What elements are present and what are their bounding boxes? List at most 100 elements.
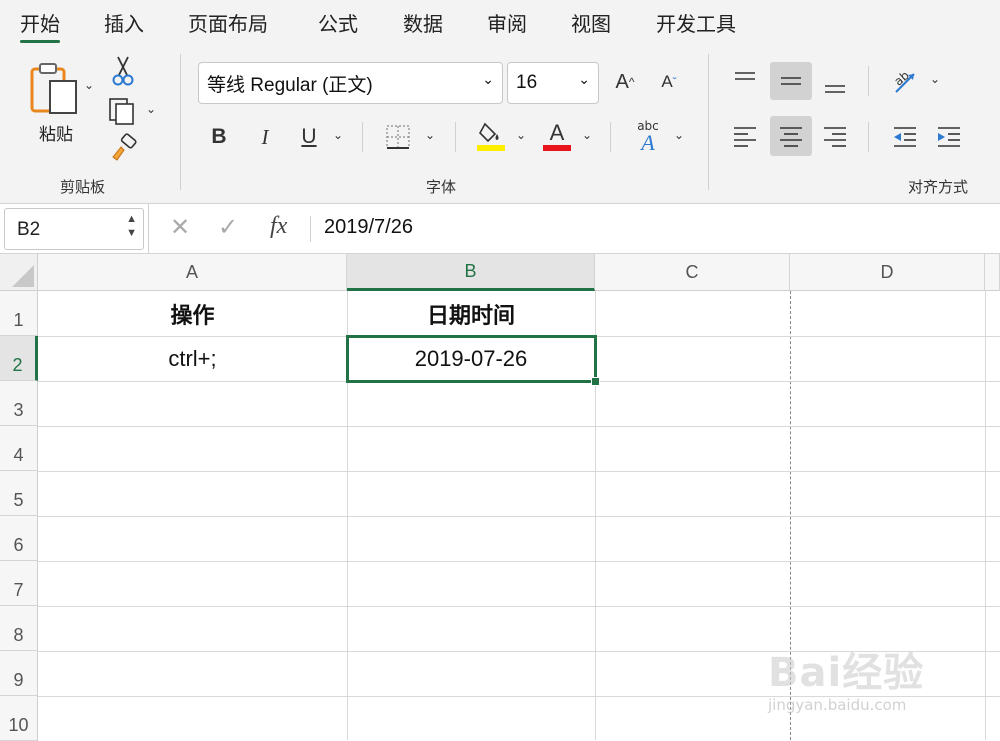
gridline-horizontal bbox=[38, 606, 1000, 607]
formula-bar-separator bbox=[310, 216, 311, 242]
font-color-glyph: A bbox=[549, 120, 565, 145]
paste-icon[interactable] bbox=[26, 60, 82, 116]
phonetic-chevron-icon[interactable]: ⌄ bbox=[674, 128, 684, 142]
cancel-icon[interactable]: ✕ bbox=[170, 213, 190, 241]
ribbon: ⌄ 粘贴 ⌄ 剪贴板 等线 Regular (正文) ⌄ 16 ⌄ A ^ A … bbox=[0, 44, 1000, 204]
insert-function-icon[interactable]: fx bbox=[270, 213, 287, 240]
copy-icon[interactable] bbox=[106, 94, 138, 128]
fill-handle[interactable] bbox=[591, 377, 600, 386]
row-header-3[interactable]: 3 bbox=[0, 381, 38, 426]
font-size-value: 16 bbox=[516, 72, 538, 93]
row-header-9[interactable]: 9 bbox=[0, 651, 38, 696]
align-center-icon[interactable] bbox=[770, 116, 812, 156]
font-size-select[interactable]: 16 ⌄ bbox=[507, 62, 599, 104]
font-group-label: 字体 bbox=[426, 178, 457, 196]
row-header-5[interactable]: 5 bbox=[0, 471, 38, 516]
tab-formulas[interactable]: 公式 bbox=[318, 8, 358, 37]
column-header-b[interactable]: B bbox=[347, 254, 595, 291]
gridline-horizontal bbox=[38, 561, 1000, 562]
align-middle-icon[interactable] bbox=[770, 62, 812, 100]
increase-font-size-button[interactable]: A ^ bbox=[610, 66, 640, 98]
tab-developer[interactable]: 开发工具 bbox=[656, 8, 736, 37]
tab-view[interactable]: 视图 bbox=[571, 8, 611, 37]
copy-dropdown-chevron-icon[interactable]: ⌄ bbox=[146, 102, 156, 116]
font-family-value: 等线 Regular (正文) bbox=[207, 74, 373, 96]
cell-b1[interactable]: 日期时间 bbox=[347, 291, 595, 336]
borders-chevron-icon[interactable]: ⌄ bbox=[425, 128, 435, 142]
formula-input[interactable]: 2019/7/26 bbox=[324, 216, 413, 239]
baidu-watermark: Bai经验 bbox=[768, 650, 925, 696]
paste-dropdown-chevron-icon[interactable]: ⌄ bbox=[84, 78, 94, 92]
row-header-1[interactable]: 1 bbox=[0, 291, 38, 336]
group-separator bbox=[610, 122, 611, 152]
align-right-icon[interactable] bbox=[818, 118, 852, 154]
cell-a2[interactable]: ctrl+; bbox=[38, 336, 347, 381]
italic-button[interactable]: I bbox=[250, 120, 280, 154]
ribbon-tab-bar: 开始 插入 页面布局 公式 数据 审阅 视图 开发工具 bbox=[0, 0, 1000, 44]
increase-indent-icon[interactable] bbox=[932, 118, 966, 154]
borders-icon[interactable] bbox=[384, 122, 412, 152]
format-painter-icon[interactable] bbox=[108, 132, 140, 164]
formula-bar: B2 ▲ ▼ ✕ ✓ fx 2019/7/26 bbox=[0, 204, 1000, 254]
select-all-corner[interactable] bbox=[0, 254, 38, 291]
column-header-e[interactable] bbox=[985, 254, 1000, 291]
decrease-font-size-glyph: A bbox=[661, 72, 673, 91]
paste-label[interactable]: 粘贴 bbox=[39, 120, 73, 145]
group-separator bbox=[868, 66, 869, 96]
fill-color-chevron-icon[interactable]: ⌄ bbox=[516, 128, 526, 142]
tab-insert[interactable]: 插入 bbox=[104, 8, 144, 37]
column-header-c[interactable]: C bbox=[595, 254, 790, 291]
name-box[interactable]: B2 ▲ ▼ bbox=[4, 208, 144, 250]
group-separator bbox=[362, 122, 363, 152]
row-header-6[interactable]: 6 bbox=[0, 516, 38, 561]
group-separator bbox=[868, 122, 869, 152]
font-family-select[interactable]: 等线 Regular (正文) ⌄ bbox=[198, 62, 503, 104]
formula-bar-separator bbox=[148, 204, 149, 254]
row-header-8[interactable]: 8 bbox=[0, 606, 38, 651]
alignment-group-label: 对齐方式 bbox=[908, 178, 969, 196]
group-separator bbox=[455, 122, 456, 152]
group-separator bbox=[180, 54, 181, 190]
fill-color-icon[interactable] bbox=[476, 120, 506, 152]
underline-button[interactable]: U bbox=[294, 120, 324, 154]
increase-font-size-glyph: A bbox=[615, 70, 629, 93]
name-box-value: B2 bbox=[17, 219, 41, 240]
align-left-icon[interactable] bbox=[728, 118, 762, 154]
phonetic-guide-button[interactable]: abc A bbox=[630, 118, 666, 156]
decrease-font-size-button[interactable]: Aˇ bbox=[654, 66, 684, 98]
phonetic-a-icon: A bbox=[641, 130, 655, 155]
row-header-7[interactable]: 7 bbox=[0, 561, 38, 606]
gridline-horizontal bbox=[38, 516, 1000, 517]
row-header-10[interactable]: 10 bbox=[0, 696, 38, 741]
font-color-swatch bbox=[543, 145, 571, 151]
column-header-a[interactable]: A bbox=[38, 254, 347, 291]
clipboard-group-label: 剪贴板 bbox=[60, 178, 106, 196]
font-size-chevron-icon: ⌄ bbox=[578, 71, 590, 87]
baidu-watermark-url: jingyan.baidu.com bbox=[768, 696, 907, 714]
align-bottom-icon[interactable] bbox=[818, 66, 852, 102]
tab-data[interactable]: 数据 bbox=[403, 8, 443, 37]
font-family-chevron-icon: ⌄ bbox=[482, 71, 494, 87]
font-color-button[interactable]: A bbox=[542, 118, 572, 154]
underline-chevron-icon[interactable]: ⌄ bbox=[333, 128, 343, 142]
gridline-horizontal bbox=[38, 426, 1000, 427]
row-header-2[interactable]: 2 bbox=[0, 336, 38, 381]
decrease-indent-icon[interactable] bbox=[888, 118, 922, 154]
group-separator bbox=[708, 54, 709, 190]
active-cell-border bbox=[346, 335, 597, 383]
tab-page-layout[interactable]: 页面布局 bbox=[188, 8, 268, 37]
orientation-chevron-icon[interactable]: ⌄ bbox=[930, 72, 940, 86]
gridline-horizontal bbox=[38, 471, 1000, 472]
cell-a1[interactable]: 操作 bbox=[38, 291, 347, 336]
name-box-spinner-icon[interactable]: ▲ ▼ bbox=[126, 212, 137, 240]
enter-check-icon[interactable]: ✓ bbox=[218, 213, 238, 241]
orientation-icon[interactable]: ab bbox=[888, 64, 922, 98]
bold-button[interactable]: B bbox=[204, 120, 234, 154]
cut-icon[interactable] bbox=[108, 54, 138, 88]
tab-review[interactable]: 审阅 bbox=[487, 8, 527, 37]
align-top-icon[interactable] bbox=[728, 62, 762, 98]
tab-home[interactable]: 开始 bbox=[20, 8, 60, 43]
column-header-d[interactable]: D bbox=[790, 254, 985, 291]
row-header-4[interactable]: 4 bbox=[0, 426, 38, 471]
font-color-chevron-icon[interactable]: ⌄ bbox=[582, 128, 592, 142]
